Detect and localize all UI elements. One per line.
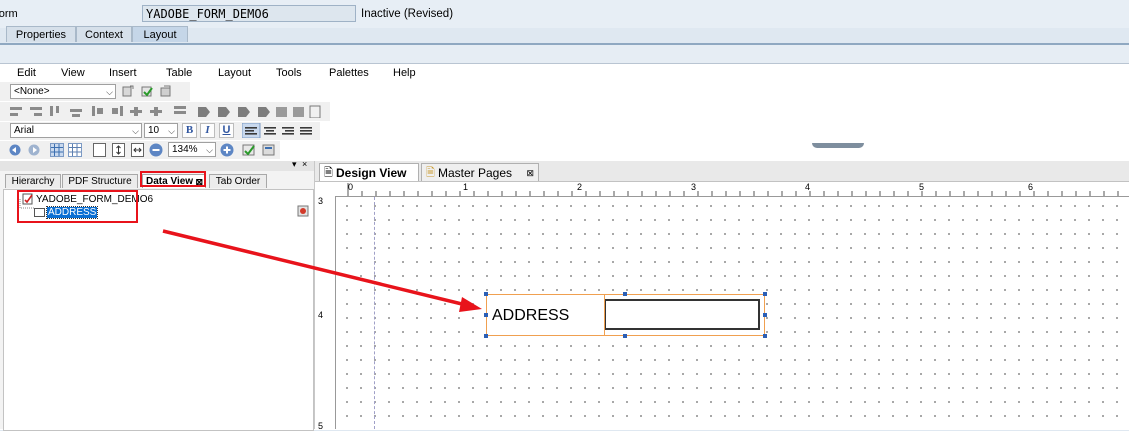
annotation-arrow: [162, 229, 482, 312]
